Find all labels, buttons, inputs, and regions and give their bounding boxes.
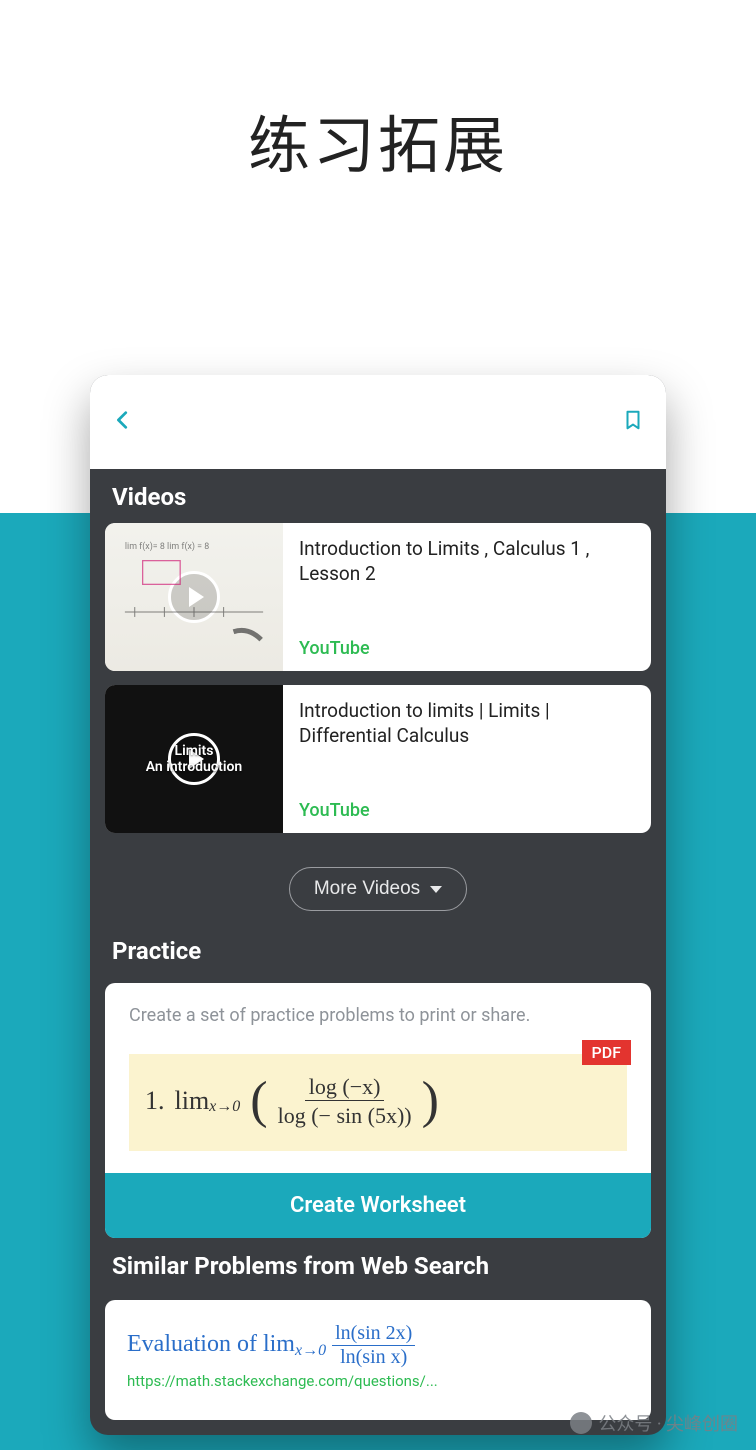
practice-card: Create a set of practice problems to pri… (105, 983, 651, 1238)
wechat-icon (570, 1412, 592, 1434)
similar-prefix: Evaluation of (127, 1331, 257, 1358)
fraction-denominator: log (− sin (5x)) (278, 1101, 412, 1128)
thumbnail-overlay-text: Limits An introduction (105, 743, 283, 775)
similar-problem-url: https://math.stackexchange.com/questions… (127, 1372, 629, 1390)
chevron-down-icon (430, 886, 442, 893)
watermark: 公众号 · 尖峰创圈 (570, 1410, 738, 1436)
video-title: Introduction to limits | Limits | Differ… (299, 699, 635, 748)
fraction-numerator: ln(sin 2x) (332, 1322, 415, 1346)
app-header (90, 375, 666, 469)
video-list: lim f(x)= 8 lim f(x) = 8 Introduction to… (90, 523, 666, 833)
video-source: YouTube (299, 638, 635, 659)
section-title-videos: Videos (90, 469, 666, 523)
fraction-denominator: ln(sin x) (340, 1346, 407, 1368)
section-title-similar: Similar Problems from Web Search (90, 1238, 666, 1292)
bookmark-button[interactable] (622, 407, 644, 437)
similar-problem-title: Evaluation of limx→0 ln(sin 2x) ln(sin x… (127, 1322, 629, 1368)
practice-formula: 1. limx→0 ( log (−x) log (− sin (5x)) ) (145, 1074, 611, 1129)
fraction: ln(sin 2x) ln(sin x) (332, 1322, 415, 1368)
video-title: Introduction to Limits , Calculus 1 , Le… (299, 537, 635, 586)
create-worksheet-button[interactable]: Create Worksheet (105, 1173, 651, 1238)
practice-description: Create a set of practice problems to pri… (105, 983, 651, 1054)
left-paren: ( (250, 1083, 267, 1119)
app-screenshot: Videos lim f(x)= 8 lim f(x) = 8 Introduc… (90, 375, 666, 1435)
pdf-badge: PDF (582, 1040, 631, 1065)
video-card[interactable]: Limits An introduction Introduction to l… (105, 685, 651, 833)
back-button[interactable] (112, 407, 134, 437)
lim-text: lim (263, 1331, 295, 1358)
more-videos-button[interactable]: More Videos (289, 867, 467, 911)
similar-problem-card[interactable]: Evaluation of limx→0 ln(sin 2x) ln(sin x… (105, 1300, 651, 1420)
page-title: 练习拓展 (0, 95, 756, 185)
section-title-practice: Practice (90, 923, 666, 977)
practice-problem: PDF 1. limx→0 ( log (−x) log (− sin (5x)… (129, 1054, 627, 1151)
lim-subscript: x→0 (295, 1342, 326, 1360)
fraction-numerator: log (−x) (305, 1074, 385, 1101)
video-card[interactable]: lim f(x)= 8 lim f(x) = 8 Introduction to… (105, 523, 651, 671)
video-thumbnail: lim f(x)= 8 lim f(x) = 8 (105, 523, 283, 671)
svg-text:lim f(x)= 8 lim f(x) = 8: lim f(x)= 8 lim f(x) = 8 (125, 541, 209, 552)
more-videos-label: More Videos (314, 878, 420, 900)
right-paren: ) (422, 1083, 439, 1119)
watermark-text: 公众号 · 尖峰创圈 (598, 1410, 738, 1436)
lim-text: lim (175, 1086, 210, 1116)
item-number: 1. (145, 1086, 165, 1116)
video-thumbnail: Limits An introduction (105, 685, 283, 833)
video-source: YouTube (299, 800, 635, 821)
fraction: log (−x) log (− sin (5x)) (278, 1074, 412, 1129)
lim-subscript: x→0 (209, 1098, 240, 1116)
